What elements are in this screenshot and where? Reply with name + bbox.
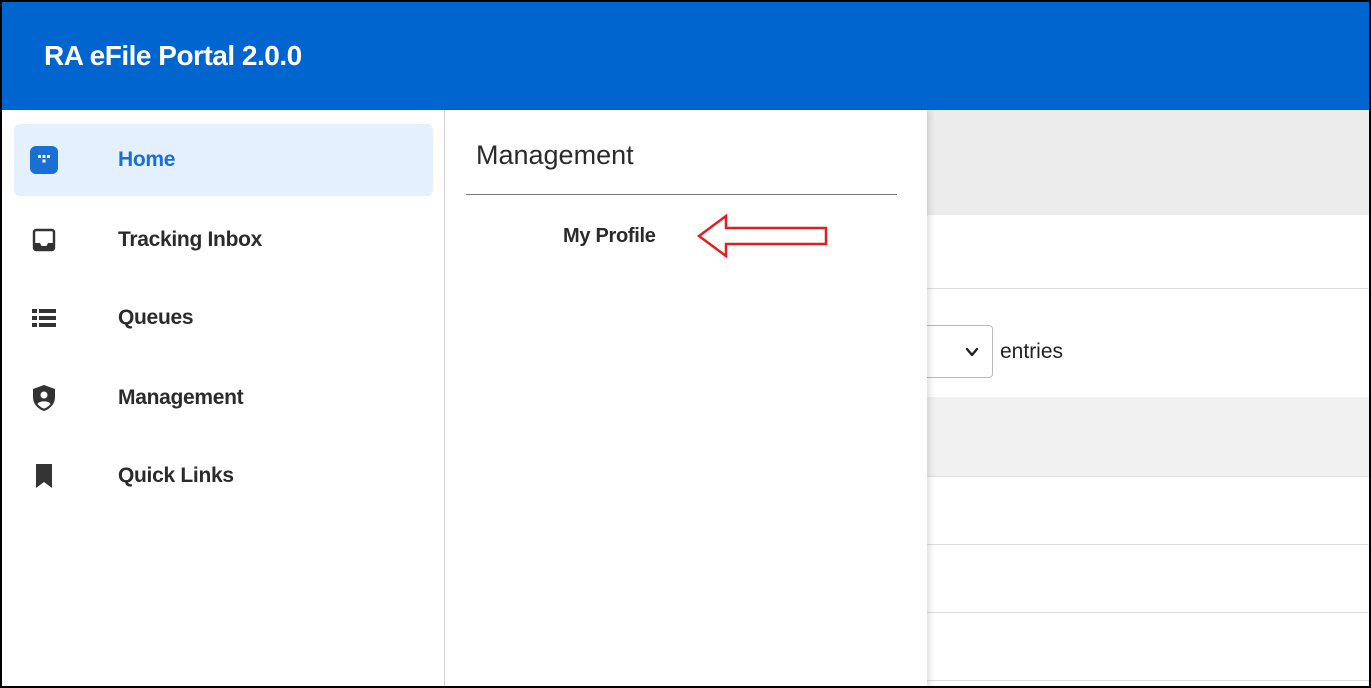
flyout-divider: [466, 194, 897, 195]
table-row: [927, 476, 1369, 477]
annotation-arrow-icon: [696, 213, 828, 259]
sidebar-item-label: Queues: [118, 306, 194, 329]
content-divider: [927, 288, 1369, 289]
sidebar-item-tracking-inbox[interactable]: Tracking Inbox: [14, 204, 433, 276]
top-bar: RA eFile Portal 2.0.0: [2, 2, 1369, 110]
home-grid-icon: [30, 146, 58, 174]
my-profile-link[interactable]: My Profile: [563, 225, 656, 248]
app-window: RA eFile Portal 2.0.0 entries Home Track…: [0, 0, 1371, 688]
sidebar-item-management[interactable]: Management: [14, 362, 433, 434]
sidebar-item-label: Home: [118, 148, 176, 171]
entries-label: entries: [1000, 340, 1064, 363]
sidebar-item-queues[interactable]: Queues: [14, 282, 433, 354]
table-row: [927, 612, 1369, 613]
table-header: [927, 397, 1369, 477]
app-title: RA eFile Portal 2.0.0: [44, 40, 302, 71]
sidebar-item-label: Tracking Inbox: [118, 228, 262, 251]
sidebar-item-quick-links[interactable]: Quick Links: [14, 440, 433, 512]
content-header: [927, 110, 1369, 215]
sidebar-item-label: Quick Links: [118, 464, 234, 487]
flyout-title: Management: [476, 140, 634, 170]
table-row: [927, 544, 1369, 545]
sidebar: Home Tracking Inbox Queues Management Qu…: [2, 110, 445, 686]
bookmark-icon: [30, 462, 58, 490]
sidebar-item-home[interactable]: Home: [14, 124, 433, 196]
management-flyout: Management My Profile: [446, 110, 927, 686]
entries-select[interactable]: [927, 325, 993, 378]
list-icon: [30, 304, 58, 332]
sidebar-item-label: Management: [118, 386, 244, 409]
table-row: [927, 680, 1369, 681]
shield-user-icon: [30, 384, 58, 412]
inbox-icon: [30, 226, 58, 254]
chevron-down-icon: [965, 347, 979, 357]
